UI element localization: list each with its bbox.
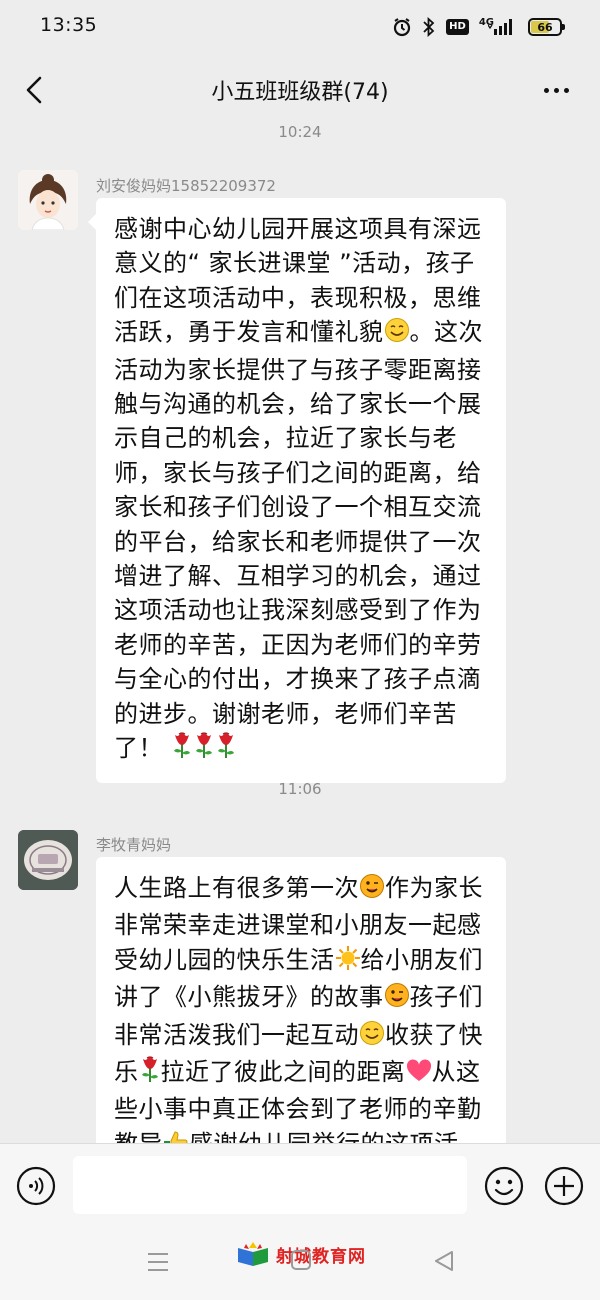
rose-emoji-icon [139,1055,161,1092]
status-bar: 13:35 HD 4G 66 [0,0,600,56]
more-options-button[interactable] [534,70,578,110]
sender-name: 刘安俊妈妈15852209372 [96,177,276,195]
message-text: 拉近了彼此之间的距离 [160,1058,406,1087]
status-time: 13:35 [40,14,98,36]
chat-title: 小五班班级群(74) [211,80,389,105]
rose-emoji-icon [193,731,215,768]
more-dot [543,87,549,93]
rose-emoji-icon [215,731,237,768]
smile-emoji-icon [384,317,410,352]
network-label: 4G [478,16,494,28]
emoji-icon [484,1166,524,1206]
system-nav-bar: 射城教育网 [0,1229,600,1300]
voice-button[interactable] [16,1166,56,1206]
message-bubble[interactable]: 感谢中心幼儿园开展这项具有深远意义的“ 家长进课堂 ”活动，孩子们在这项活动中，… [88,198,506,783]
message-text: 人生路上有很多第一次 [114,874,359,902]
input-bar [0,1143,600,1230]
battery-level: 66 [537,20,553,34]
home-square-icon [291,1250,311,1270]
message-text: 。这次活动为家长提供了与孩子零距离接触与沟通的机会，给了家长一个展示自己的机会，… [114,318,483,763]
status-icons: HD 4G 66 [392,14,565,40]
emoji-button[interactable] [484,1166,524,1206]
wink-emoji-icon [359,873,385,908]
home-button[interactable] [290,1249,312,1271]
book-logo-icon [238,1242,268,1266]
message-timestamp: 10:24 [278,123,322,141]
recent-apps-button[interactable] [146,1251,170,1273]
message-timestamp: 11:06 [278,780,322,798]
battery-icon: 66 [528,18,565,36]
sun-emoji-icon [335,945,361,980]
system-back-button[interactable] [432,1249,456,1273]
avatar[interactable] [18,830,78,890]
menu-icon [148,1253,168,1271]
bluetooth-icon [422,17,436,37]
more-functions-button[interactable] [544,1166,584,1206]
message-bubble[interactable]: 人生路上有很多第一次 作为家长非常荣幸走进课堂和小朋友一起感受幼儿园的快乐生活 给小… [96,857,506,1157]
alarm-icon [392,17,412,37]
message-input[interactable] [73,1156,467,1214]
wink-emoji-icon [384,982,410,1017]
back-triangle-icon [435,1251,453,1271]
avatar[interactable] [18,170,78,230]
chat-header: 小五班班级群(74) [0,56,600,124]
smile-emoji-icon [359,1020,385,1055]
plus-circle-icon [544,1166,584,1206]
voice-icon [16,1166,56,1206]
signal-icon: 4G [479,17,518,37]
rose-emoji-icon [171,731,193,768]
more-dot [553,87,559,93]
more-dot [563,87,569,93]
sender-name: 李牧青妈妈 [96,836,172,854]
hd-icon: HD [446,19,469,35]
heart-emoji-icon [406,1058,432,1092]
